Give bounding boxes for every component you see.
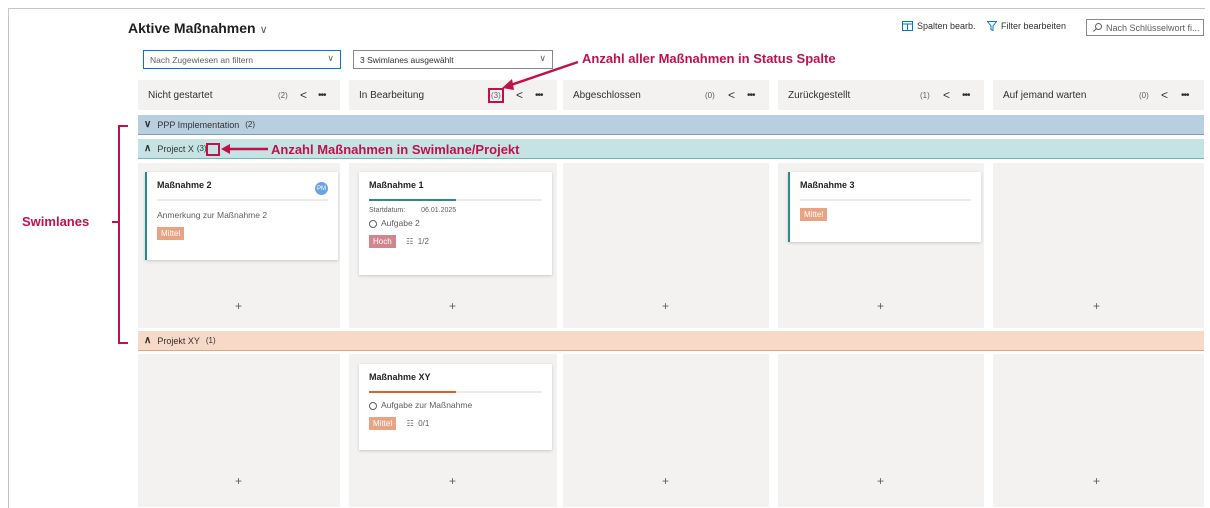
annotation-arrow-head xyxy=(221,144,230,154)
annotation-lane-count: Anzahl Maßnahmen in Swimlane/Projekt xyxy=(271,142,520,157)
annotation-arrows xyxy=(112,60,579,344)
annotation-arrow-line xyxy=(507,60,579,88)
annotation-arrow-head xyxy=(502,79,514,90)
swimlanes-bracket xyxy=(118,125,128,344)
annotation-status-count: Anzahl aller Maßnahmen in Status Spalte xyxy=(582,51,836,66)
annotation-swimlanes: Swimlanes xyxy=(22,214,90,229)
